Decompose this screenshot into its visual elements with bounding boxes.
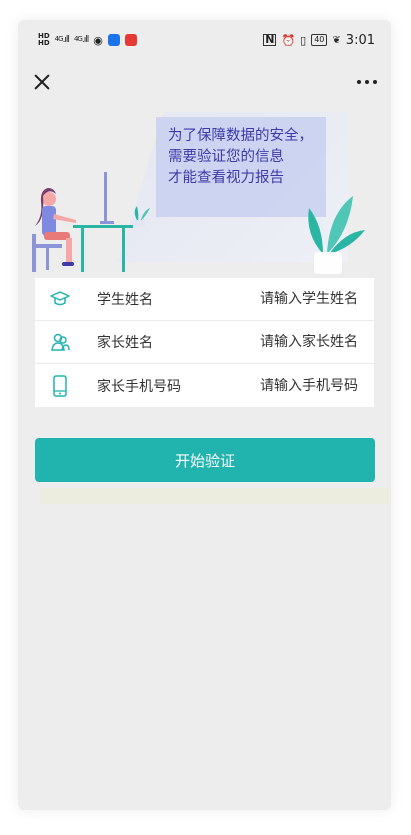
monitor [104, 172, 107, 222]
parent-name-input[interactable] [153, 334, 358, 350]
parent-phone-label: 家长手机号码 [97, 378, 181, 395]
close-icon[interactable] [32, 72, 52, 92]
person-torso [42, 206, 56, 236]
more-dot [357, 80, 361, 84]
desk-plant-leaf [134, 206, 139, 222]
chair-leg [46, 248, 49, 270]
signal-label: 4G [54, 35, 64, 43]
battery-icon: 40 [311, 34, 328, 46]
desk-leg [122, 228, 125, 272]
eye-icon: ◉ [93, 33, 103, 47]
nfc-icon: N [263, 33, 277, 46]
parent-phone-input[interactable] [181, 377, 358, 394]
parents-icon [49, 331, 71, 353]
app-notification-icon [107, 34, 120, 46]
app-notification-icon [124, 34, 137, 46]
student-name-row: 学生姓名 [35, 278, 374, 321]
hero-illustration [32, 172, 365, 274]
start-verification-button[interactable]: 开始验证 [35, 438, 375, 482]
hd-tag: HD [38, 39, 50, 47]
desk-leg [81, 228, 84, 272]
desk-plant-pot [135, 220, 145, 226]
divider-strip [40, 488, 391, 504]
status-bar: HD HD 4G.ıll 4G.ıll ◉ N ⏰ ▯ 40 ❦ 3:01 [18, 20, 391, 60]
person-shoe [62, 262, 74, 266]
nav-bar [18, 60, 391, 104]
hero-banner: 为了保障数据的安全， 需要验证您的信息 才能查看视力报告 [18, 104, 391, 276]
clock-time: 3:01 [345, 32, 375, 48]
phone-icon [49, 374, 71, 397]
signal-label: 4G [73, 35, 83, 43]
status-bar-right: N ⏰ ▯ 40 ❦ 3:01 [263, 33, 375, 48]
student-name-label: 学生姓名 [97, 292, 153, 308]
leaf-icon: ❦ [332, 34, 341, 46]
graduation-cap-icon [49, 288, 71, 310]
chair-seat [34, 244, 62, 248]
person-leg [66, 238, 72, 264]
desk-plant-leaf [140, 208, 150, 222]
parent-phone-row: 家长手机号码 [35, 364, 374, 407]
parent-name-row: 家长姓名 [35, 321, 374, 364]
phone-screen: HD HD 4G.ıll 4G.ıll ◉ N ⏰ ▯ 40 ❦ 3:01 为了… [18, 20, 391, 810]
more-dot [373, 80, 377, 84]
student-name-input[interactable] [153, 291, 358, 307]
hd-tags: HD HD [38, 33, 50, 47]
signal-icon: 4G.ıll [54, 35, 70, 45]
big-plant-leaf [308, 208, 323, 254]
chair-back [32, 234, 36, 272]
monitor-stand [100, 221, 114, 224]
alarm-icon: ⏰ [281, 33, 296, 47]
signal-icon: 4G.ıll [73, 35, 89, 45]
big-plant-pot [314, 252, 342, 274]
vibrate-icon: ▯ [300, 33, 307, 47]
parent-name-label: 家长姓名 [97, 335, 153, 351]
person-arm [53, 214, 76, 223]
desk-top [73, 225, 133, 228]
verification-form: 学生姓名 家长姓名 家长手 [35, 278, 374, 407]
status-bar-left: HD HD 4G.ıll 4G.ıll ◉ [38, 33, 137, 47]
more-dot [365, 80, 369, 84]
more-options-icon[interactable] [351, 74, 383, 90]
